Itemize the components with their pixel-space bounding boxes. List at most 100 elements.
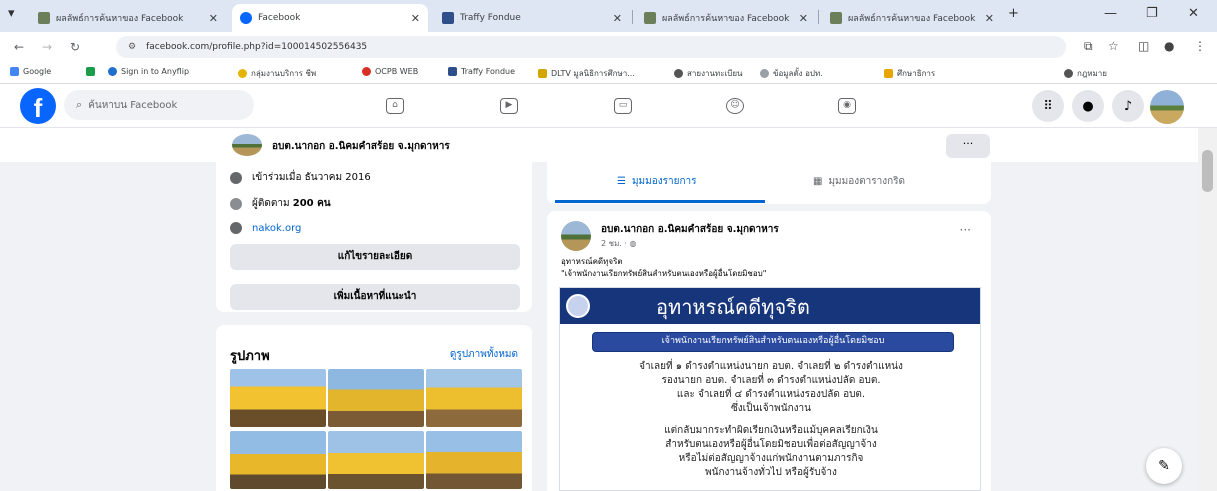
post-more-button[interactable]: ···: [960, 223, 971, 237]
search-placeholder: ค้นหาบน Facebook: [88, 99, 178, 111]
bookmark-item[interactable]: DLTV มูลนิธิการศึกษา...: [538, 67, 635, 80]
profile-icon[interactable]: ●: [1164, 39, 1174, 53]
close-tab-icon[interactable]: ✕: [411, 12, 420, 25]
folder-icon: [884, 69, 893, 78]
bookmark-item[interactable]: [86, 67, 99, 76]
bookmark-item[interactable]: กฎหมาย: [1064, 67, 1107, 80]
facebook-logo-icon[interactable]: f: [20, 88, 56, 124]
poster-subtitle: เจ้าพนักงานเรียกทรัพย์สินสำหรับตนเองหรือ…: [592, 332, 954, 352]
edit-details-button[interactable]: แก้ไขรายละเอียด: [230, 244, 520, 270]
photo-thumbnail[interactable]: [426, 369, 522, 427]
site-icon: [760, 69, 769, 78]
profile-sticky-header: อบต.นากอก อ.นิคมคำสร้อย จ.มุกดาหาร ···: [0, 128, 1198, 162]
clock-icon: [230, 171, 242, 184]
photos-card: รูปภาพ ดูรูปภาพทั้งหมด: [216, 325, 532, 491]
bookmark-label: OCPB WEB: [375, 67, 419, 76]
browser-tab-5[interactable]: ผลลัพธ์การค้นหาของ Facebook ✕: [822, 4, 1002, 32]
grid-view-tab[interactable]: ▦ มุมมองตารางกริด: [813, 174, 905, 189]
back-arrow-icon[interactable]: ←: [14, 40, 24, 54]
post-author-name[interactable]: อบต.นากอก อ.นิคมคำสร้อย จ.มุกดาหาร: [601, 222, 779, 237]
traffy-icon: [448, 67, 457, 76]
tab-title: Traffy Fondue: [460, 13, 521, 23]
menu-grid-icon[interactable]: ⠿: [1032, 90, 1064, 122]
close-window-button[interactable]: ✕: [1188, 6, 1199, 21]
search-icon: ⌕: [76, 98, 83, 111]
photos-title: รูปภาพ: [230, 349, 270, 364]
translate-icon[interactable]: ⧉: [1084, 39, 1093, 54]
scrollbar-thumb[interactable]: [1202, 150, 1213, 192]
close-tab-icon[interactable]: ✕: [613, 12, 622, 25]
photo-thumbnail[interactable]: [328, 431, 424, 489]
bookmark-item[interactable]: Google: [10, 67, 51, 76]
minimize-button[interactable]: —: [1104, 6, 1117, 21]
tab-title: ผลลัพธ์การค้นหาของ Facebook: [848, 14, 976, 24]
poster-body-line: แต่กลับมากระทำผิดเรียกเงินหรือแม้บุคคลเร…: [664, 425, 878, 436]
reload-icon[interactable]: ↻: [70, 40, 80, 54]
groups-icon[interactable]: ☺: [726, 98, 744, 114]
profile-more-button[interactable]: ···: [946, 134, 990, 158]
address-bar[interactable]: ⚙ facebook.com/profile.php?id=1000145025…: [116, 36, 1066, 58]
close-tab-icon[interactable]: ✕: [209, 12, 218, 25]
photo-thumbnail[interactable]: [328, 369, 424, 427]
new-message-button[interactable]: ✎: [1146, 448, 1182, 484]
browser-tab-3[interactable]: Traffy Fondue ✕: [434, 4, 630, 32]
post-meta: 2 ชม. · ◍: [601, 239, 637, 248]
search-input[interactable]: ⌕ ค้นหาบน Facebook: [64, 90, 254, 120]
new-tab-button[interactable]: +: [1008, 6, 1019, 21]
profile-avatar[interactable]: [232, 134, 262, 156]
poster-body-line: รองนายก อบต. จำเลยที่ ๓ ดำรงตำแหน่งปลัด …: [661, 375, 881, 386]
notifications-bell-icon[interactable]: ♪: [1112, 90, 1144, 122]
compose-icon: ✎: [1158, 458, 1170, 474]
add-featured-button[interactable]: เพิ่มเนื้อหาที่แนะนำ: [230, 284, 520, 310]
page-favicon-icon: [830, 12, 842, 24]
bookmark-item[interactable]: ศึกษาธิการ: [884, 67, 935, 80]
post-image[interactable]: อุทาหรณ์คดีทุจริต เจ้าพนักงานเรียกทรัพย์…: [559, 287, 981, 491]
post-time[interactable]: 2 ชม.: [601, 239, 622, 248]
photo-thumbnail[interactable]: [230, 369, 326, 427]
list-view-tab[interactable]: ☰ มุมมองรายการ: [617, 174, 697, 189]
menu-dots-icon[interactable]: ⋮: [1194, 39, 1206, 53]
messenger-icon[interactable]: ●: [1072, 90, 1104, 122]
post-author-avatar[interactable]: [561, 221, 591, 251]
url-text: facebook.com/profile.php?id=100014502556…: [146, 42, 368, 52]
close-tab-icon[interactable]: ✕: [799, 12, 808, 25]
gaming-icon[interactable]: ◉: [838, 98, 856, 114]
apps-icon: [86, 67, 95, 76]
home-icon[interactable]: ⌂: [386, 98, 404, 114]
close-tab-icon[interactable]: ✕: [985, 12, 994, 25]
browser-tab-4[interactable]: ผลลัพธ์การค้นหาของ Facebook ✕: [636, 4, 816, 32]
bookmark-item[interactable]: OCPB WEB: [362, 67, 418, 76]
tab-title: ผลลัพธ์การค้นหาของ Facebook: [56, 14, 184, 24]
account-avatar[interactable]: [1150, 90, 1184, 124]
video-icon[interactable]: ▶: [500, 98, 518, 114]
see-all-photos-link[interactable]: ดูรูปภาพทั้งหมด: [450, 347, 518, 362]
bookmark-item[interactable]: กลุ่มงานบริการ ชีพ: [238, 67, 316, 80]
bookmark-item[interactable]: ข้อมูลตั้ง อปท.: [760, 67, 823, 80]
photo-thumbnail[interactable]: [426, 431, 522, 489]
sidepanel-icon[interactable]: ◫: [1138, 39, 1149, 53]
website-link[interactable]: nakok.org: [252, 223, 301, 234]
site-icon: [1064, 69, 1073, 78]
site-info-icon[interactable]: ⚙: [128, 42, 136, 52]
followers-icon: [230, 197, 242, 210]
post-text-line: "เจ้าพนักงานเรียกทรัพย์สินสำหรับตนเองหรื…: [561, 269, 767, 278]
restore-button[interactable]: ❐: [1146, 6, 1158, 21]
marketplace-icon[interactable]: ▭: [614, 98, 632, 114]
profile-name[interactable]: อบต.นากอก อ.นิคมคำสร้อย จ.มุกดาหาร: [272, 139, 450, 154]
forward-arrow-icon[interactable]: →: [42, 40, 52, 54]
bookmark-item[interactable]: Sign in to Anyflip: [108, 67, 189, 76]
followers-count[interactable]: 200 คน: [293, 196, 331, 211]
photo-thumbnail[interactable]: [230, 431, 326, 489]
bookmark-item[interactable]: Traffy Fondue: [448, 67, 515, 76]
bookmark-label: Sign in to Anyflip: [121, 67, 190, 76]
list-icon: ☰: [617, 176, 626, 187]
poster-body-line: จำเลยที่ ๑ ดำรงตำแหน่งนายก อบต. จำเลยที่…: [639, 361, 903, 372]
bookmark-label: Traffy Fondue: [461, 67, 516, 76]
page-favicon-icon: [644, 12, 656, 24]
bookmark-star-icon[interactable]: ☆: [1108, 39, 1119, 53]
browser-tab-1[interactable]: ผลลัพธ์การค้นหาของ Facebook ✕: [30, 4, 226, 32]
bookmark-label: ข้อมูลตั้ง อปท.: [773, 69, 823, 78]
browser-tab-2[interactable]: Facebook ✕: [232, 4, 428, 32]
tab-search-icon[interactable]: ▾: [8, 6, 15, 21]
bookmark-item[interactable]: สายงานทะเบียน: [674, 67, 742, 80]
